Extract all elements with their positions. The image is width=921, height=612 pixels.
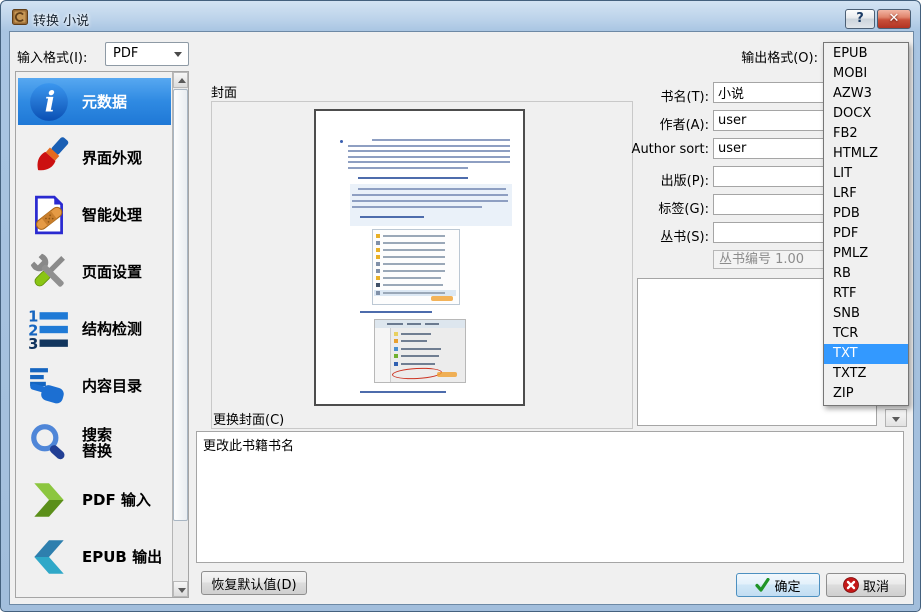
sidebar-item-label: 页面设置 (82, 264, 142, 280)
format-option-snb[interactable]: SNB (824, 304, 908, 324)
author-field-label: 作者(A): (597, 114, 709, 133)
change-cover-label[interactable]: 更换封面(C) (213, 409, 284, 428)
format-option-rb[interactable]: RB (824, 264, 908, 284)
sidebar-item-table-of-contents[interactable]: 内容目录 (18, 363, 171, 409)
help-button[interactable]: ? (845, 9, 875, 29)
svg-text:i: i (45, 84, 56, 118)
title-field-label: 书名(T): (597, 86, 709, 105)
cancel-label: 取消 (863, 576, 889, 595)
panel-scroll-down-button[interactable] (885, 409, 907, 427)
sidebar-item-search-replace[interactable]: 搜索 替换 (18, 420, 171, 466)
svg-text:3: 3 (28, 336, 38, 350)
dialog-window: 转换 小说 ? ✕ 输入格式(I): PDF 输出格式(O): i 元数据 (0, 0, 921, 612)
format-option-epub[interactable]: EPUB (824, 44, 908, 64)
window-title: 转换 小说 (33, 10, 89, 29)
sidebar-item-epub-output[interactable]: EPUB 输出 (18, 534, 171, 580)
format-option-mobi[interactable]: MOBI (824, 64, 908, 84)
input-format-label: 输入格式(I): (17, 47, 87, 66)
sidebar-item-label: 搜索 替换 (82, 427, 112, 459)
sidebar-item-label: 结构检测 (82, 321, 142, 337)
format-option-lit[interactable]: LIT (824, 164, 908, 184)
cover-preview (314, 109, 525, 406)
format-option-azw3[interactable]: AZW3 (824, 84, 908, 104)
sidebar-item-pdf-input[interactable]: PDF 输入 (18, 477, 171, 523)
cancel-x-icon (843, 577, 859, 593)
format-option-rtf[interactable]: RTF (824, 284, 908, 304)
format-option-pdb[interactable]: PDB (824, 204, 908, 224)
format-option-pdf[interactable]: PDF (824, 224, 908, 244)
close-button[interactable]: ✕ (877, 9, 911, 29)
format-option-pmlz[interactable]: PMLZ (824, 244, 908, 264)
numbered-list-icon: 1 2 3 (28, 308, 70, 350)
format-option-zip[interactable]: ZIP (824, 384, 908, 404)
chevron-left-icon (28, 536, 70, 578)
search-icon (28, 422, 70, 464)
info-icon: i (28, 81, 70, 123)
sidebar-item-label: 界面外观 (82, 150, 142, 166)
sidebar-item-label: PDF 输入 (82, 492, 151, 508)
help-text: 更改此书籍书名 (203, 439, 294, 454)
restore-defaults-button[interactable]: 恢复默认值(D) (201, 571, 307, 595)
format-option-docx[interactable]: DOCX (824, 104, 908, 124)
bandage-document-icon (28, 194, 70, 236)
scrollbar-thumb[interactable] (173, 89, 188, 521)
sidebar-item-label: 智能处理 (82, 207, 142, 223)
paintbrush-icon (28, 137, 70, 179)
input-format-value: PDF (113, 46, 138, 61)
output-format-label: 输出格式(O): (661, 47, 818, 66)
triangle-up-icon (178, 78, 186, 83)
check-icon (755, 578, 770, 592)
sidebar-item-page-setup[interactable]: 页面设置 (18, 249, 171, 295)
format-option-tcr[interactable]: TCR (824, 324, 908, 344)
sidebar-item-label: 内容目录 (82, 378, 142, 394)
triangle-down-icon (178, 588, 186, 593)
sidebar-item-heuristic-processing[interactable]: 智能处理 (18, 192, 171, 238)
sidebar-scrollbar[interactable] (172, 72, 188, 597)
help-text-box: 更改此书籍书名 (196, 431, 904, 563)
sidebar-item-label: 元数据 (82, 94, 127, 110)
toc-hand-icon (28, 365, 70, 407)
restore-defaults-label: 恢复默认值(D) (211, 574, 296, 593)
chevron-right-icon (28, 479, 70, 521)
sidebar-item-structure-detection[interactable]: 1 2 3 结构检测 (18, 306, 171, 352)
sidebar-item-label: EPUB 输出 (82, 549, 162, 565)
input-format-combobox[interactable]: PDF (105, 42, 189, 66)
series-field-label: 丛书(S): (597, 226, 709, 245)
sidebar-item-look-and-feel[interactable]: 界面外观 (18, 135, 171, 181)
triangle-down-icon (892, 417, 900, 422)
publisher-field-label: 出版(P): (597, 170, 709, 189)
category-sidebar: i 元数据 界面外观 (15, 71, 189, 598)
format-option-htmlz[interactable]: HTMLZ (824, 144, 908, 164)
format-option-lrf[interactable]: LRF (824, 184, 908, 204)
format-option-fb2[interactable]: FB2 (824, 124, 908, 144)
author-sort-field-label: Author sort: (597, 142, 709, 157)
format-option-txtz[interactable]: TXTZ (824, 364, 908, 384)
app-icon (12, 9, 28, 25)
cancel-button[interactable]: 取消 (826, 573, 906, 597)
ok-label: 确定 (774, 576, 800, 595)
tags-field-label: 标签(G): (597, 198, 709, 217)
output-format-popup: EPUBMOBIAZW3DOCXFB2HTMLZLITLRFPDBPDFPMLZ… (823, 42, 909, 406)
cover-group-label: 封面 (211, 82, 237, 101)
scroll-up-button[interactable] (173, 72, 188, 88)
ok-button[interactable]: 确定 (736, 573, 820, 597)
sidebar-item-metadata[interactable]: i 元数据 (18, 78, 171, 125)
scroll-down-button[interactable] (173, 581, 188, 597)
title-bar[interactable]: 转换 小说 ? ✕ (2, 2, 919, 32)
tools-icon (28, 251, 70, 293)
chevron-down-icon (174, 52, 182, 57)
format-option-txt[interactable]: TXT (824, 344, 908, 364)
